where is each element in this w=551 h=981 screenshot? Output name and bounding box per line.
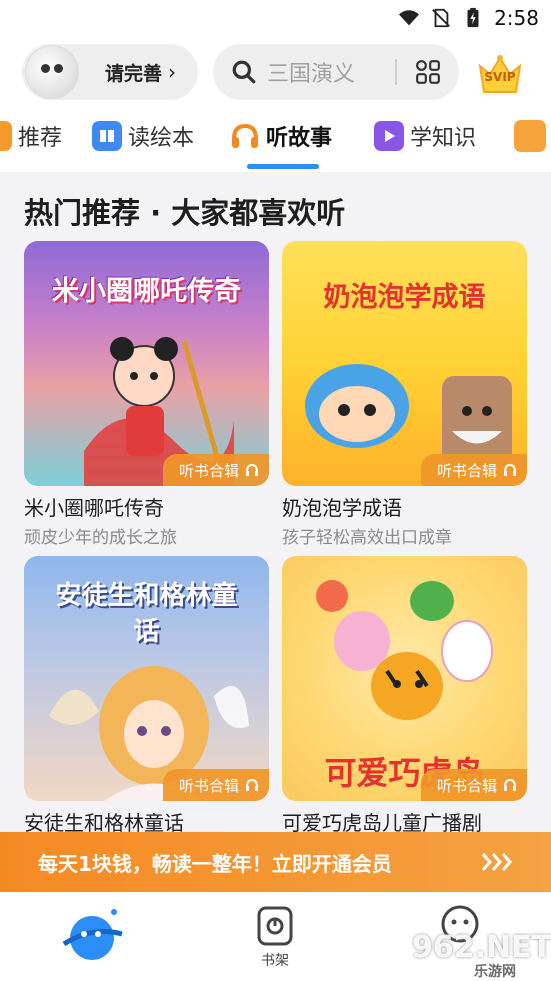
membership-promo-banner[interactable]: 每天1块钱，畅读一整年！立即开通会员 — [0, 832, 551, 892]
play-video-icon — [374, 121, 404, 151]
headphones-icon — [246, 463, 258, 476]
story-card[interactable]: 安徒生和格林童话 听书合辑 安徒生和格林童话 — [24, 556, 269, 832]
collection-badge: 听书合辑 — [420, 769, 527, 801]
search-placeholder: 三国演义 — [267, 62, 356, 87]
headphones-icon — [504, 463, 516, 476]
wifi-icon — [398, 10, 420, 26]
category-tabs: 推荐 读绘本 听故事 学知识 — [0, 106, 551, 170]
nav-home[interactable] — [58, 904, 128, 970]
profile-prompt: 请完善 — [105, 62, 163, 85]
story-title[interactable]: 安徒生和格林童话 — [24, 807, 269, 832]
cover-title: 安徒生和格林童话 — [55, 581, 238, 647]
story-card[interactable]: 可爱巧虎岛 听书合辑 可爱巧虎岛儿童广播剧 — [282, 556, 527, 832]
nav-bookshelf-label: 书架 — [261, 953, 289, 969]
tab-label: 读绘本 — [128, 126, 195, 151]
story-cover[interactable]: 安徒生和格林童话 听书合辑 — [24, 556, 269, 801]
bookshelf-icon — [257, 906, 293, 946]
collection-badge: 听书合辑 — [420, 454, 527, 486]
promo-text: 每天1块钱，畅读一整年！立即开通会员 — [38, 851, 392, 876]
tab-stories[interactable]: 听故事 — [230, 120, 332, 152]
story-subtitle: 顽皮少年的成长之旅 — [24, 528, 177, 548]
collection-badge: 听书合辑 — [162, 454, 269, 486]
story-card[interactable]: 奶泡泡学成语 听书合辑 奶泡泡学成语 孩子轻松高效出口成章 — [282, 241, 527, 548]
story-cover[interactable]: 可爱巧虎岛 听书合辑 — [282, 556, 527, 801]
story-cover[interactable]: 米小圈哪吒传奇 听书合辑 — [24, 241, 269, 486]
no-sim-icon — [432, 8, 450, 28]
top-header: 请完善 › 三国演义 SVIP — [0, 36, 551, 106]
svip-button[interactable]: SVIP — [476, 52, 524, 96]
tab-label: 推荐 — [18, 126, 63, 151]
flame-icon — [0, 121, 12, 151]
story-subtitle: 孩子轻松高效出口成章 — [282, 528, 452, 548]
search-bar[interactable]: 三国演义 — [213, 44, 459, 100]
cover-title: 奶泡泡学成语 — [323, 282, 486, 313]
svip-label: SVIP — [484, 70, 516, 84]
planet-home-icon — [62, 909, 123, 960]
active-tab-indicator — [247, 164, 319, 169]
watermark-logo: 962.NET 乐游网 — [412, 930, 551, 980]
tab-picture-books[interactable]: 读绘本 — [92, 120, 194, 152]
story-cover[interactable]: 奶泡泡学成语 听书合辑 — [282, 241, 527, 486]
category-grid-icon[interactable] — [415, 59, 441, 85]
search-icon — [232, 60, 256, 84]
headphones-icon — [246, 778, 258, 791]
section-title: 热门推荐 · 大家都喜欢听 — [24, 196, 346, 230]
abc-blocks-icon — [514, 120, 546, 152]
headphones-icon — [504, 778, 516, 791]
tab-abc[interactable] — [514, 120, 551, 152]
story-title[interactable]: 可爱巧虎岛儿童广播剧 — [282, 807, 527, 832]
status-bar: 2:58 — [0, 0, 551, 36]
chevron-right-icon: › — [168, 60, 177, 84]
status-time: 2:58 — [494, 6, 539, 30]
tab-label: 听故事 — [266, 126, 333, 151]
cover-title: 米小圈哪吒传奇 — [52, 276, 241, 307]
profile-button[interactable]: 请完善 › — [22, 44, 198, 100]
battery-charging-icon — [467, 7, 479, 28]
story-card[interactable]: 米小圈哪吒传奇 听书合辑 米小圈哪吒传奇 顽皮少年的成长之旅 — [24, 241, 269, 548]
avatar — [25, 45, 79, 99]
main-content[interactable]: 热门推荐 · 大家都喜欢听 米小圈哪吒传奇 听书合辑 米小圈哪吒传奇 顽皮少年的… — [0, 172, 551, 832]
story-title[interactable]: 奶泡泡学成语 — [282, 492, 527, 521]
tab-knowledge[interactable]: 学知识 — [374, 120, 476, 152]
triple-chevron-right-icon — [481, 853, 512, 871]
tab-label: 学知识 — [410, 126, 477, 151]
book-icon — [92, 121, 122, 151]
tab-recommend[interactable]: 推荐 — [0, 120, 62, 152]
story-title[interactable]: 米小圈哪吒传奇 — [24, 492, 269, 521]
search-divider — [395, 59, 397, 85]
collection-badge: 听书合辑 — [162, 769, 269, 801]
tiger-friends-illustration — [316, 580, 493, 720]
headphones-icon — [230, 121, 260, 151]
nav-bookshelf[interactable]: 书架 — [245, 906, 305, 970]
